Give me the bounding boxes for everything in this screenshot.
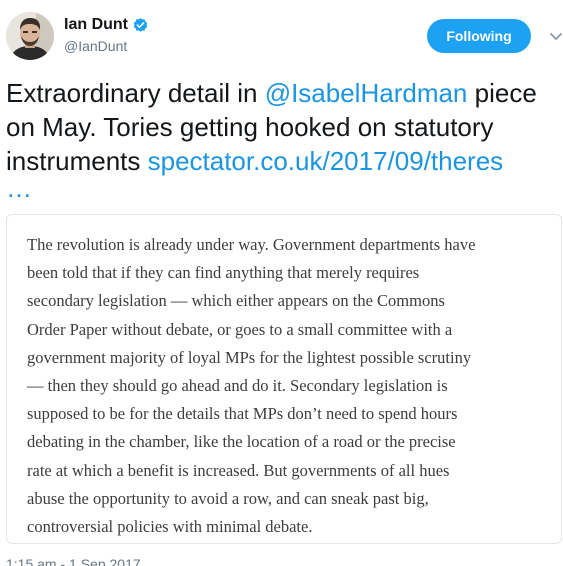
quote-line: rate at which a benefit is increased. Bu… xyxy=(27,460,450,480)
mention-link[interactable]: @IsabelHardman xyxy=(265,78,468,108)
verified-badge-icon xyxy=(132,17,149,34)
tweet-line-2: on May. Tories getting hooked on statuto… xyxy=(6,112,494,142)
quote-line: controversial policies with minimal deba… xyxy=(27,517,313,537)
quote-line: — then they should go ahead and do it. S… xyxy=(27,376,448,396)
quote-line: Order Paper without debate, or goes to a… xyxy=(27,319,453,339)
url-ellipsis[interactable]: … xyxy=(6,175,563,201)
following-button[interactable]: Following xyxy=(427,19,531,53)
author-handle[interactable]: @IanDunt xyxy=(64,38,127,54)
quote-line: The revolution is already under way. Gov… xyxy=(27,235,476,254)
author-display-name[interactable]: Ian Dunt xyxy=(64,16,128,34)
chevron-down-icon[interactable] xyxy=(549,30,563,42)
quote-line: abuse the opportunity to avoid a row, an… xyxy=(27,488,429,508)
tweet-timestamp[interactable]: 1:15 am - 1 Sep 2017 xyxy=(6,556,141,566)
profile-photo xyxy=(6,12,54,60)
quoted-excerpt-card[interactable]: The revolution is already under way. Gov… xyxy=(6,214,562,544)
tweet-text: Extraordinary detail in @IsabelHardman p… xyxy=(6,76,563,201)
tweet-text-segment: piece xyxy=(467,78,537,108)
quote-line: been told that if they can find anything… xyxy=(27,263,420,283)
quote-line: secondary legislation — which either app… xyxy=(27,291,445,311)
tweet-line-3: instruments spectator.co.uk/2017/09/ther… xyxy=(6,144,563,178)
quoted-excerpt-text: The revolution is already under way. Gov… xyxy=(27,231,557,541)
quote-line: debating in the chamber, like the locati… xyxy=(27,432,456,452)
quote-line: government majority of loyal MPs for the… xyxy=(27,347,472,367)
author-name-row: Ian Dunt xyxy=(64,15,149,35)
quote-line: supposed to be for the details that MPs … xyxy=(27,404,458,424)
tweet-text-segment: instruments xyxy=(6,146,148,176)
tweet-line-1: Extraordinary detail in @IsabelHardman p… xyxy=(6,76,563,110)
avatar[interactable] xyxy=(6,12,54,60)
tweet-text-segment: Extraordinary detail in xyxy=(6,78,265,108)
url-link[interactable]: spectator.co.uk/2017/09/theres xyxy=(148,146,504,176)
